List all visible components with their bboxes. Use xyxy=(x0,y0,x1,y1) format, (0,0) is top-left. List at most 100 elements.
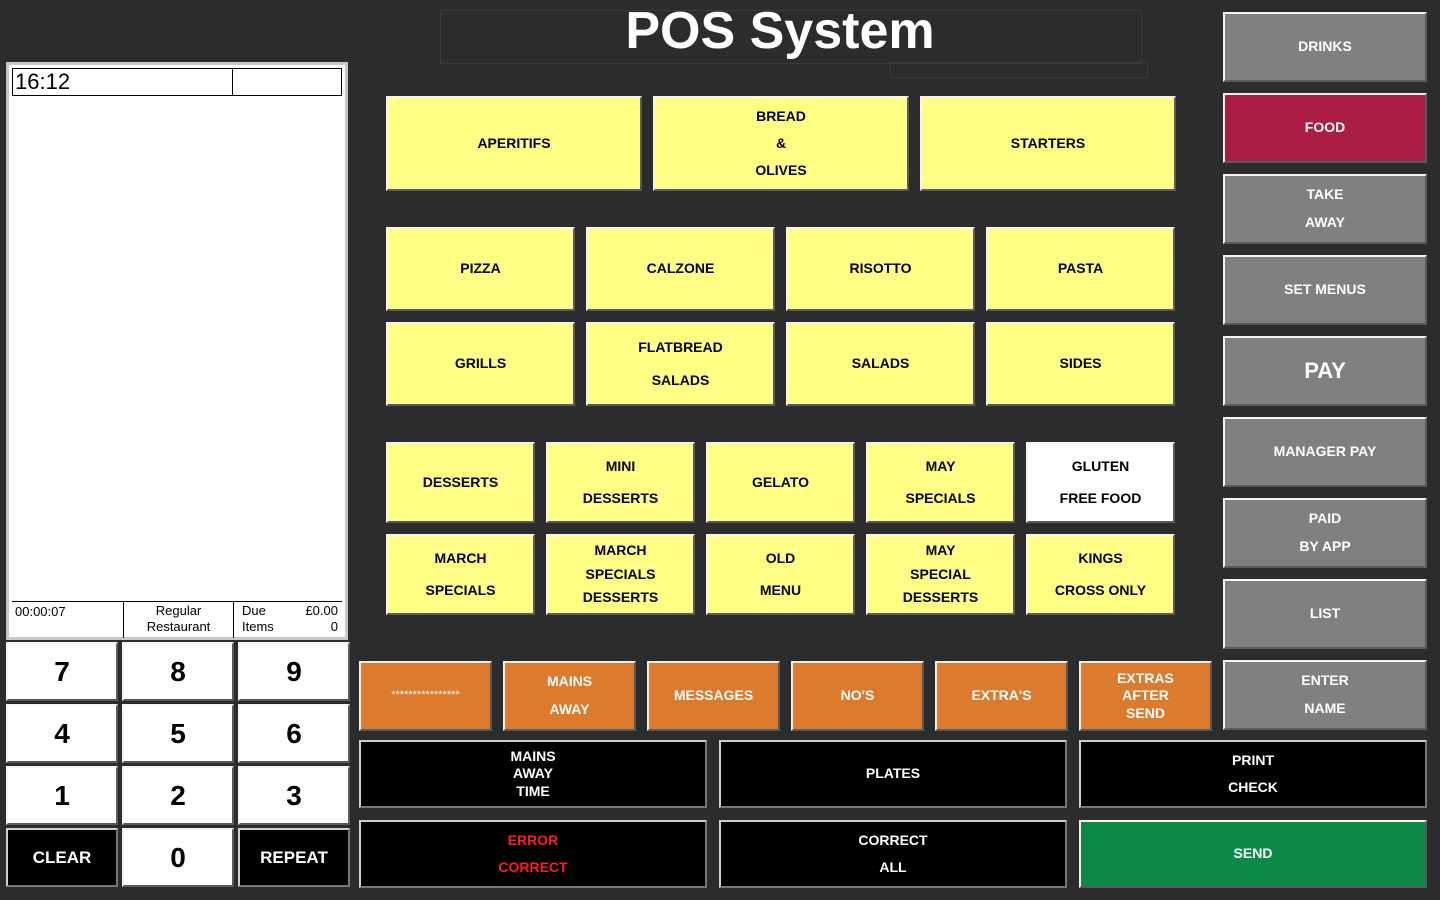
paid-line2: BY APP xyxy=(1299,538,1351,555)
category-pizza[interactable]: PIZZA xyxy=(386,227,575,311)
category-risotto[interactable]: RISOTTO xyxy=(786,227,975,311)
category-desserts[interactable]: DESSERTS xyxy=(386,442,535,523)
category-starters[interactable]: STARTERS xyxy=(920,96,1176,191)
category-pasta[interactable]: PASTA xyxy=(986,227,1175,311)
keypad-1[interactable]: 1 xyxy=(6,766,118,825)
category-may-line1: MAY xyxy=(925,458,956,474)
manager-pay-button[interactable]: MANAGER PAY xyxy=(1223,417,1427,487)
sidebar-set-menus[interactable]: SET MENUS xyxy=(1223,255,1427,325)
eas-line3: SEND xyxy=(1126,704,1165,721)
category-gluten-free-food[interactable]: GLUTEN FREE FOOD xyxy=(1026,442,1175,523)
list-button[interactable]: LIST xyxy=(1223,579,1427,649)
keypad-8[interactable]: 8 xyxy=(122,642,234,701)
plates-button[interactable]: PLATES xyxy=(719,740,1067,808)
keypad-4[interactable]: 4 xyxy=(6,704,118,763)
keypad-5[interactable]: 5 xyxy=(122,704,234,763)
nos-label: NO'S xyxy=(840,687,875,704)
error-line1: ERROR xyxy=(507,831,559,848)
due-label: Due xyxy=(242,603,266,618)
sidebar-food-label: FOOD xyxy=(1304,119,1346,136)
category-salads[interactable]: SALADS xyxy=(786,322,975,406)
category-desserts-label: DESSERTS xyxy=(422,473,499,490)
mains-away-button[interactable]: MAINS AWAY xyxy=(503,661,636,731)
sidebar-set-menus-label: SET MENUS xyxy=(1284,281,1366,298)
mains-away-time-button[interactable]: MAINS AWAY TIME xyxy=(359,740,707,808)
eas-line1: EXTRAS xyxy=(1117,669,1174,686)
stars-label: **************** xyxy=(391,689,460,702)
correct-line2: ALL xyxy=(879,858,907,875)
pay-button[interactable]: PAY xyxy=(1223,336,1427,406)
messages-button[interactable]: MESSAGES xyxy=(647,661,780,731)
keypad-2[interactable]: 2 xyxy=(122,766,234,825)
clear-button[interactable]: CLEAR xyxy=(6,828,118,887)
category-may-specials[interactable]: MAY SPECIALS xyxy=(866,442,1015,523)
category-gelato[interactable]: GELATO xyxy=(706,442,855,523)
category-bread-olives[interactable]: BREAD & OLIVES xyxy=(653,96,909,191)
enter-line2: NAME xyxy=(1304,700,1346,717)
category-may-special-desserts[interactable]: MAY SPECIAL DESSERTS xyxy=(866,534,1015,615)
keypad-7[interactable]: 7 xyxy=(6,642,118,701)
list-label: LIST xyxy=(1309,605,1341,622)
paid-by-app-button[interactable]: PAID BY APP xyxy=(1223,498,1427,568)
nos-button[interactable]: NO'S xyxy=(791,661,924,731)
category-grills[interactable]: GRILLS xyxy=(386,322,575,406)
category-marchd-line2: SPECIALS xyxy=(585,565,656,582)
order-mode: Regular Restaurant xyxy=(124,602,234,638)
category-aperitifs-label: APERITIFS xyxy=(477,134,551,151)
category-mayd-line1: MAY xyxy=(925,542,956,559)
error-correct-button[interactable]: ERROR CORRECT xyxy=(359,820,707,888)
stars-button[interactable]: **************** xyxy=(359,661,492,731)
manager-pay-label: MANAGER PAY xyxy=(1273,443,1377,460)
category-march-specials-desserts[interactable]: MARCH SPECIALS DESSERTS xyxy=(546,534,695,615)
paid-line1: PAID xyxy=(1308,510,1342,527)
category-sides-label: SIDES xyxy=(1059,355,1102,372)
category-bread-line2: & xyxy=(775,134,787,151)
category-calzone[interactable]: CALZONE xyxy=(586,227,775,311)
category-march-specials[interactable]: MARCH SPECIALS xyxy=(386,534,535,615)
category-flatbread-line2: SALADS xyxy=(651,371,710,388)
category-sides[interactable]: SIDES xyxy=(986,322,1175,406)
extras-button[interactable]: EXTRA'S xyxy=(935,661,1068,731)
category-old-menu[interactable]: OLD MENU xyxy=(706,534,855,615)
extras-after-send-button[interactable]: EXTRAS AFTER SEND xyxy=(1079,661,1212,731)
receipt-header: 16:12 xyxy=(12,68,342,96)
title-ghost-frame xyxy=(440,10,1142,64)
category-march-line2: SPECIALS xyxy=(425,581,496,598)
category-aperitifs[interactable]: APERITIFS xyxy=(386,96,642,191)
category-flatbread-salads[interactable]: FLATBREAD SALADS xyxy=(586,322,775,406)
category-pasta-label: PASTA xyxy=(1057,260,1104,277)
print-line2: CHECK xyxy=(1228,778,1278,795)
category-grills-label: GRILLS xyxy=(454,355,507,372)
sidebar-food[interactable]: FOOD xyxy=(1223,93,1427,163)
category-mayd-line2: SPECIAL xyxy=(910,565,971,582)
elapsed-time: 00:00:07 xyxy=(12,602,124,638)
keypad-0[interactable]: 0 xyxy=(122,828,234,887)
print-check-button[interactable]: PRINT CHECK xyxy=(1079,740,1427,808)
receipt-footer: 00:00:07 Regular Restaurant Due £0.00 It… xyxy=(12,601,342,638)
pay-label: PAY xyxy=(1304,358,1346,384)
category-mayd-line3: DESSERTS xyxy=(902,589,979,606)
category-kings-line1: KINGS xyxy=(1078,550,1123,566)
category-starters-label: STARTERS xyxy=(1010,134,1086,151)
keypad-6[interactable]: 6 xyxy=(238,704,350,763)
extras-label: EXTRA'S xyxy=(971,687,1032,704)
error-line2: CORRECT xyxy=(498,858,568,875)
category-kings-cross-only[interactable]: KINGS CROSS ONLY xyxy=(1026,534,1175,615)
mat-line1: MAINS xyxy=(510,747,556,764)
category-march-line1: MARCH xyxy=(434,550,487,566)
receipt-time: 16:12 xyxy=(13,69,233,95)
keypad-9[interactable]: 9 xyxy=(238,642,350,701)
category-gelato-label: GELATO xyxy=(751,473,810,490)
category-mini-desserts[interactable]: MINI DESSERTS xyxy=(546,442,695,523)
send-button[interactable]: SEND xyxy=(1079,820,1427,888)
category-mini-line1: MINI xyxy=(605,458,636,474)
category-bread-line1: BREAD xyxy=(756,107,806,124)
category-mini-line2: DESSERTS xyxy=(582,489,659,506)
repeat-button[interactable]: REPEAT xyxy=(238,828,350,887)
sidebar-drinks[interactable]: DRINKS xyxy=(1223,12,1427,82)
enter-name-button[interactable]: ENTER NAME xyxy=(1223,660,1427,730)
correct-all-button[interactable]: CORRECT ALL xyxy=(719,820,1067,888)
sidebar-take-away[interactable]: TAKE AWAY xyxy=(1223,174,1427,244)
keypad-3[interactable]: 3 xyxy=(238,766,350,825)
mains-away-line2: AWAY xyxy=(549,701,590,718)
